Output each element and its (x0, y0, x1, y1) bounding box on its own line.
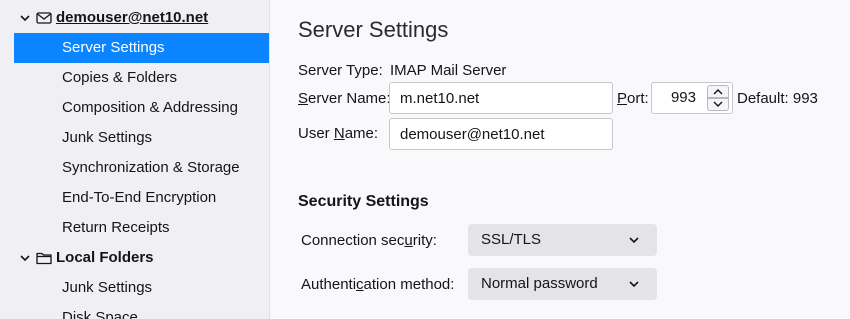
port-value: 993 (670, 89, 696, 106)
sidebar-item-junk-settings[interactable]: Junk Settings (14, 123, 269, 153)
account-row[interactable]: demouser@net10.net (14, 3, 269, 33)
sidebar-item-server-settings[interactable]: Server Settings (14, 33, 269, 63)
user-name-field[interactable] (389, 118, 613, 150)
chevron-down-icon (713, 101, 723, 107)
security-settings-heading: Security Settings (298, 193, 429, 210)
connection-security-label: Connection security: (301, 232, 437, 249)
authentication-method-select[interactable]: Normal password (468, 268, 657, 300)
connection-security-value: SSL/TLS (481, 231, 542, 248)
authentication-method-label: Authentication method: (301, 276, 455, 293)
port-field[interactable]: 993 (651, 82, 733, 114)
port-increment-button[interactable] (707, 85, 729, 98)
port-label: Port: (617, 90, 649, 107)
server-name-field[interactable] (389, 82, 613, 114)
sidebar-item-end-to-end-encryption[interactable]: End-To-End Encryption (14, 183, 269, 213)
chevron-down-icon (629, 237, 639, 244)
port-decrement-button[interactable] (707, 98, 729, 111)
local-folders-name: Local Folders (56, 249, 154, 266)
sidebar-item-composition-addressing[interactable]: Composition & Addressing (14, 93, 269, 123)
folder-icon (36, 252, 52, 265)
chevron-down-icon[interactable] (20, 253, 30, 263)
user-name-label: User Name: (298, 125, 379, 142)
sidebar-item-local-junk-settings[interactable]: Junk Settings (14, 273, 269, 303)
server-name-label: Server Name: (298, 90, 391, 107)
sidebar-item-copies-folders[interactable]: Copies & Folders (14, 63, 269, 93)
port-default-text: Default: 993 (737, 90, 818, 107)
sidebar-item-disk-space[interactable]: Disk Space (14, 303, 269, 319)
account-name: demouser@net10.net (56, 9, 209, 26)
envelope-icon (36, 12, 52, 24)
chevron-up-icon (713, 89, 723, 95)
chevron-down-icon (629, 281, 639, 288)
chevron-down-icon[interactable] (20, 13, 30, 23)
server-type-value: IMAP Mail Server (390, 62, 507, 79)
sidebar-item-synchronization-storage[interactable]: Synchronization & Storage (14, 153, 269, 183)
sidebar-item-return-receipts[interactable]: Return Receipts (14, 213, 269, 243)
connection-security-select[interactable]: SSL/TLS (468, 224, 657, 256)
authentication-method-value: Normal password (481, 275, 598, 292)
page-title: Server Settings (298, 17, 449, 42)
local-folders-row[interactable]: Local Folders (14, 243, 269, 273)
server-settings-pane: Server Settings Server Type: IMAP Mail S… (271, 0, 850, 319)
server-type-label: Server Type: (298, 62, 383, 79)
account-tree: demouser@net10.net Server Settings Copie… (0, 0, 270, 319)
